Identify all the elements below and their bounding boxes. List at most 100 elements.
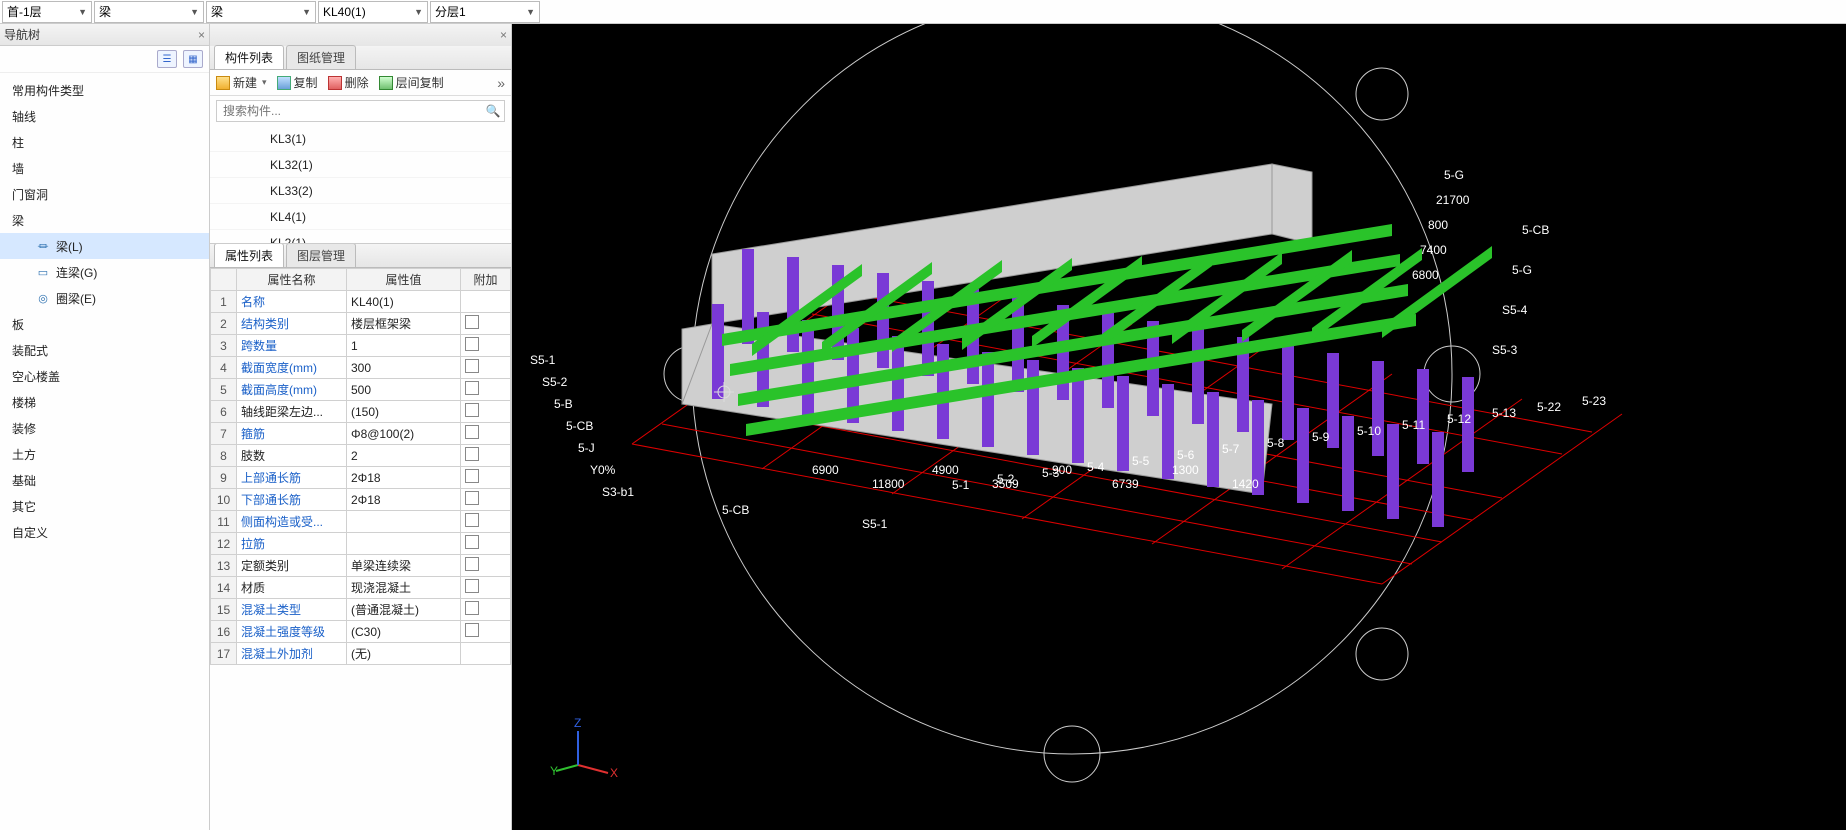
member-combo[interactable]: KL40(1)▼ [318, 1, 428, 23]
tree-item-梁[interactable]: 梁 [0, 207, 209, 233]
property-extra[interactable] [461, 401, 511, 423]
tree-item-空心楼盖[interactable]: 空心楼盖 [0, 363, 209, 389]
category2-combo[interactable]: 梁▼ [206, 1, 316, 23]
tree-item-自定义[interactable]: 自定义 [0, 519, 209, 545]
property-row[interactable]: 15混凝土类型(普通混凝土) [211, 599, 511, 621]
property-row[interactable]: 10下部通长筋2Φ18 [211, 489, 511, 511]
checkbox-icon[interactable] [465, 513, 479, 527]
property-extra[interactable] [461, 533, 511, 555]
property-row[interactable]: 8肢数2 [211, 445, 511, 467]
property-row[interactable]: 4截面宽度(mm)300 [211, 357, 511, 379]
property-value[interactable]: 2Φ18 [347, 467, 461, 489]
property-value[interactable]: (C30) [347, 621, 461, 643]
property-extra[interactable] [461, 335, 511, 357]
property-row[interactable]: 3跨数量1 [211, 335, 511, 357]
property-value[interactable]: (无) [347, 643, 461, 665]
checkbox-icon[interactable] [465, 381, 479, 395]
nav-tree[interactable]: 常用构件类型轴线柱墙门窗洞梁⏛梁(L)▭连梁(G)◎圈梁(E)板装配式空心楼盖楼… [0, 73, 209, 830]
tree-item-装修[interactable]: 装修 [0, 415, 209, 441]
property-value[interactable] [347, 511, 461, 533]
property-extra[interactable] [461, 621, 511, 643]
checkbox-icon[interactable] [465, 359, 479, 373]
tree-item-基础[interactable]: 基础 [0, 467, 209, 493]
tree-item-墙[interactable]: 墙 [0, 155, 209, 181]
property-row[interactable]: 9上部通长筋2Φ18 [211, 467, 511, 489]
property-row[interactable]: 7箍筋Φ8@100(2) [211, 423, 511, 445]
tree-item-连梁(G)[interactable]: ▭连梁(G) [0, 259, 209, 285]
property-extra[interactable] [461, 555, 511, 577]
checkbox-icon[interactable] [465, 601, 479, 615]
checkbox-icon[interactable] [465, 447, 479, 461]
property-extra[interactable] [461, 313, 511, 335]
component-list[interactable]: KL3(1)KL32(1)KL33(2)KL4(1)KL2(1) [210, 126, 511, 244]
property-value[interactable]: 楼层框架梁 [347, 313, 461, 335]
property-value[interactable]: 现浇混凝土 [347, 577, 461, 599]
property-row[interactable]: 17混凝土外加剂(无) [211, 643, 511, 665]
property-extra[interactable] [461, 511, 511, 533]
tab-drawing-manage[interactable]: 图纸管理 [286, 45, 356, 69]
component-item[interactable]: KL2(1) [210, 230, 511, 244]
viewport-3d[interactable]: S5-1S5-25-B5-CB5-JY0%S3-b1S5-15-CB5-15-2… [512, 24, 1846, 830]
property-extra[interactable] [461, 357, 511, 379]
checkbox-icon[interactable] [465, 579, 479, 593]
property-row[interactable]: 13定额类别单梁连续梁 [211, 555, 511, 577]
property-table-scroll[interactable]: 属性名称 属性值 附加 1名称KL40(1)2结构类别楼层框架梁3跨数量14截面… [210, 268, 511, 830]
property-value[interactable]: (普通混凝土) [347, 599, 461, 621]
component-item[interactable]: KL33(2) [210, 178, 511, 204]
property-row[interactable]: 2结构类别楼层框架梁 [211, 313, 511, 335]
property-value[interactable]: 500 [347, 379, 461, 401]
property-row[interactable]: 14材质现浇混凝土 [211, 577, 511, 599]
component-item[interactable]: KL3(1) [210, 126, 511, 152]
checkbox-icon[interactable] [465, 425, 479, 439]
checkbox-icon[interactable] [465, 337, 479, 351]
tree-item-轴线[interactable]: 轴线 [0, 103, 209, 129]
property-extra[interactable] [461, 423, 511, 445]
property-value[interactable]: (150) [347, 401, 461, 423]
property-extra[interactable] [461, 599, 511, 621]
delete-button[interactable]: 删除 [328, 74, 369, 91]
checkbox-icon[interactable] [465, 623, 479, 637]
tree-item-其它[interactable]: 其它 [0, 493, 209, 519]
checkbox-icon[interactable] [465, 491, 479, 505]
layer-copy-button[interactable]: 层间复制 [379, 74, 444, 91]
grid-view-icon[interactable]: ▦ [183, 50, 203, 68]
checkbox-icon[interactable] [465, 315, 479, 329]
category1-combo[interactable]: 梁▼ [94, 1, 204, 23]
list-view-icon[interactable]: ☰ [157, 50, 177, 68]
search-input[interactable] [217, 104, 482, 118]
property-extra[interactable] [461, 379, 511, 401]
close-icon[interactable]: × [198, 28, 205, 42]
property-row[interactable]: 12拉筋 [211, 533, 511, 555]
tab-component-list[interactable]: 构件列表 [214, 45, 284, 69]
search-icon[interactable]: 🔍 [482, 104, 504, 118]
tree-item-装配式[interactable]: 装配式 [0, 337, 209, 363]
tab-property-list[interactable]: 属性列表 [214, 244, 284, 267]
property-value[interactable]: 2 [347, 445, 461, 467]
checkbox-icon[interactable] [465, 469, 479, 483]
tree-item-楼梯[interactable]: 楼梯 [0, 389, 209, 415]
tree-item-柱[interactable]: 柱 [0, 129, 209, 155]
component-item[interactable]: KL4(1) [210, 204, 511, 230]
checkbox-icon[interactable] [465, 557, 479, 571]
property-value[interactable]: 300 [347, 357, 461, 379]
tree-item-门窗洞[interactable]: 门窗洞 [0, 181, 209, 207]
property-extra[interactable] [461, 489, 511, 511]
tree-item-梁(L)[interactable]: ⏛梁(L) [0, 233, 209, 259]
new-button[interactable]: 新建▾ [216, 74, 267, 91]
property-extra[interactable] [461, 467, 511, 489]
tree-item-圈梁(E)[interactable]: ◎圈梁(E) [0, 285, 209, 311]
property-row[interactable]: 16混凝土强度等级(C30) [211, 621, 511, 643]
property-value[interactable]: 单梁连续梁 [347, 555, 461, 577]
close-icon[interactable]: × [500, 28, 507, 42]
property-value[interactable]: KL40(1) [347, 291, 461, 313]
floor-combo[interactable]: 首-1层▼ [2, 1, 92, 23]
tree-item-常用构件类型[interactable]: 常用构件类型 [0, 77, 209, 103]
toolbar-more-icon[interactable]: » [497, 75, 505, 91]
property-row[interactable]: 5截面高度(mm)500 [211, 379, 511, 401]
property-extra[interactable] [461, 445, 511, 467]
property-row[interactable]: 6轴线距梁左边...(150) [211, 401, 511, 423]
property-extra[interactable] [461, 577, 511, 599]
tree-item-板[interactable]: 板 [0, 311, 209, 337]
property-value[interactable] [347, 533, 461, 555]
checkbox-icon[interactable] [465, 403, 479, 417]
